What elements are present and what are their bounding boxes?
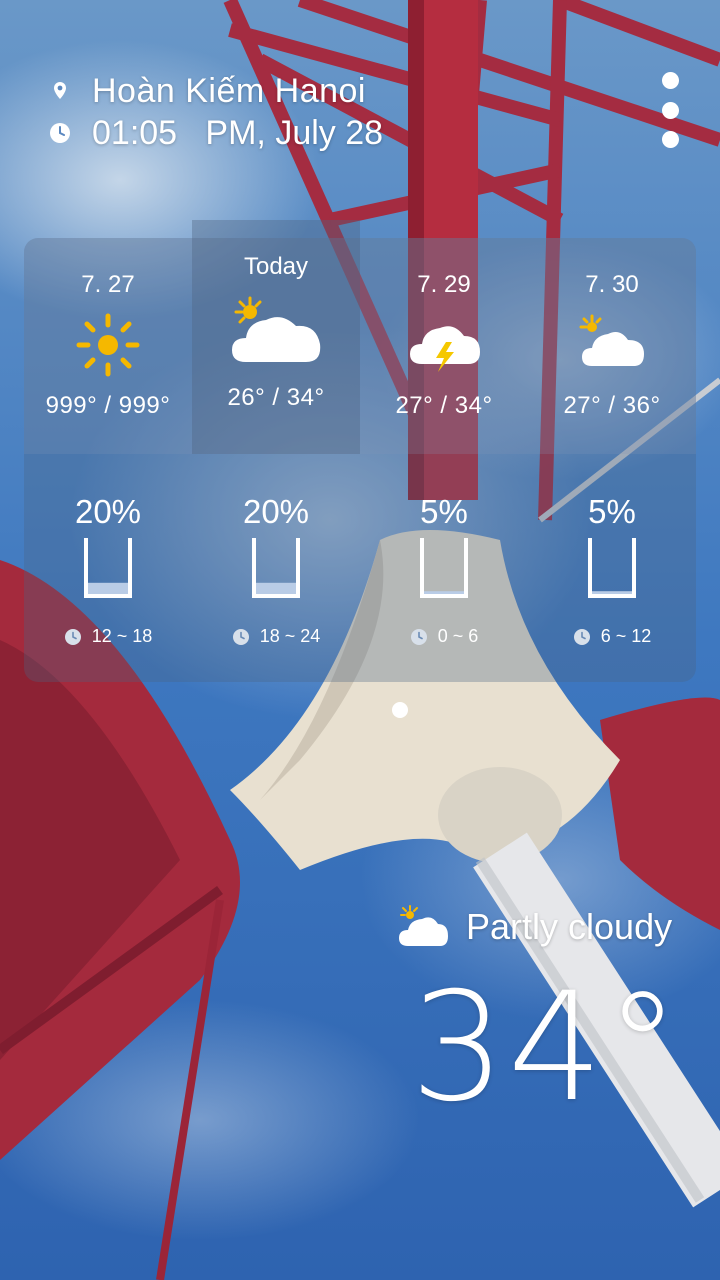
- location-pin-icon: [54, 82, 66, 99]
- partly-cloudy-icon: [399, 905, 448, 946]
- rain-percent: 5%: [420, 493, 468, 530]
- day-temperature: 27° / 36°: [563, 392, 661, 419]
- sunny-icon: [76, 313, 140, 377]
- rain-time-label: 18 ~ 24: [259, 626, 321, 646]
- condition-label: Partly cloudy: [466, 906, 673, 947]
- rain-gauge-icon: [252, 538, 300, 598]
- day-label: 7. 27: [81, 271, 135, 298]
- header: Hoàn Kiếm Hanoi 01:05 PM, July 28: [48, 70, 383, 154]
- forecast-day[interactable]: 7. 27 999° / 999°: [24, 238, 192, 454]
- partly-cloudy-icon: [232, 296, 321, 362]
- rain-gauge-icon: [420, 538, 468, 598]
- location-row[interactable]: Hoàn Kiếm Hanoi: [48, 70, 383, 112]
- more-vert-icon: [661, 72, 679, 89]
- forecast-day[interactable]: 7. 30 27° / 36°: [528, 238, 696, 454]
- clock-icon: [232, 628, 249, 645]
- rain-percent: 20%: [242, 493, 310, 530]
- clock-icon: [50, 123, 70, 143]
- rain-time-range: 18 ~ 24: [232, 626, 321, 647]
- rain-probability[interactable]: 20% 12 ~ 18: [24, 454, 192, 682]
- day-label: Today: [243, 253, 309, 280]
- rain-probability[interactable]: 20% 18 ~ 24: [192, 454, 360, 682]
- more-options-button[interactable]: [650, 72, 690, 148]
- rain-probability[interactable]: 5% 6 ~ 12: [528, 454, 696, 682]
- clock-icon: [573, 628, 590, 645]
- rain-percent: 5%: [588, 493, 636, 530]
- rain-percent: 20%: [74, 493, 142, 530]
- forecast-day[interactable]: 7. 29 27° / 34°: [360, 238, 528, 454]
- clock-icon: [64, 628, 81, 645]
- rain-time-label: 12 ~ 18: [91, 626, 153, 646]
- datetime-row: 01:05 PM, July 28: [48, 112, 383, 154]
- day-label: 7. 29: [417, 271, 471, 298]
- forecast-day-today[interactable]: Today 26° / 34°: [192, 238, 360, 454]
- day-temperature: 999° / 999°: [45, 392, 171, 419]
- rain-time-range: 0 ~ 6: [410, 626, 479, 647]
- rain-time-range: 12 ~ 18: [64, 626, 153, 647]
- rain-time-range: 6 ~ 12: [573, 626, 652, 647]
- rain-gauge-icon: [588, 538, 636, 598]
- rain-time-label: 0 ~ 6: [437, 626, 479, 646]
- rain-gauge-icon: [84, 538, 132, 598]
- partly-cloudy-icon: [579, 314, 644, 366]
- location-label: Hoàn Kiếm Hanoi: [92, 71, 366, 110]
- rain-time-label: 6 ~ 12: [600, 626, 652, 646]
- current-temperature: 34°: [410, 961, 682, 1135]
- day-temperature: 27° / 34°: [395, 392, 493, 419]
- day-label: 7. 30: [585, 271, 639, 298]
- thunderstorm-icon: [410, 326, 480, 372]
- rain-probability[interactable]: 5% 0 ~ 6: [360, 454, 528, 682]
- day-temperature: 26° / 34°: [227, 384, 325, 411]
- clock-icon: [410, 628, 427, 645]
- current-condition: Partly cloudy: [396, 904, 672, 950]
- datetime-label: 01:05 PM, July 28: [92, 113, 384, 152]
